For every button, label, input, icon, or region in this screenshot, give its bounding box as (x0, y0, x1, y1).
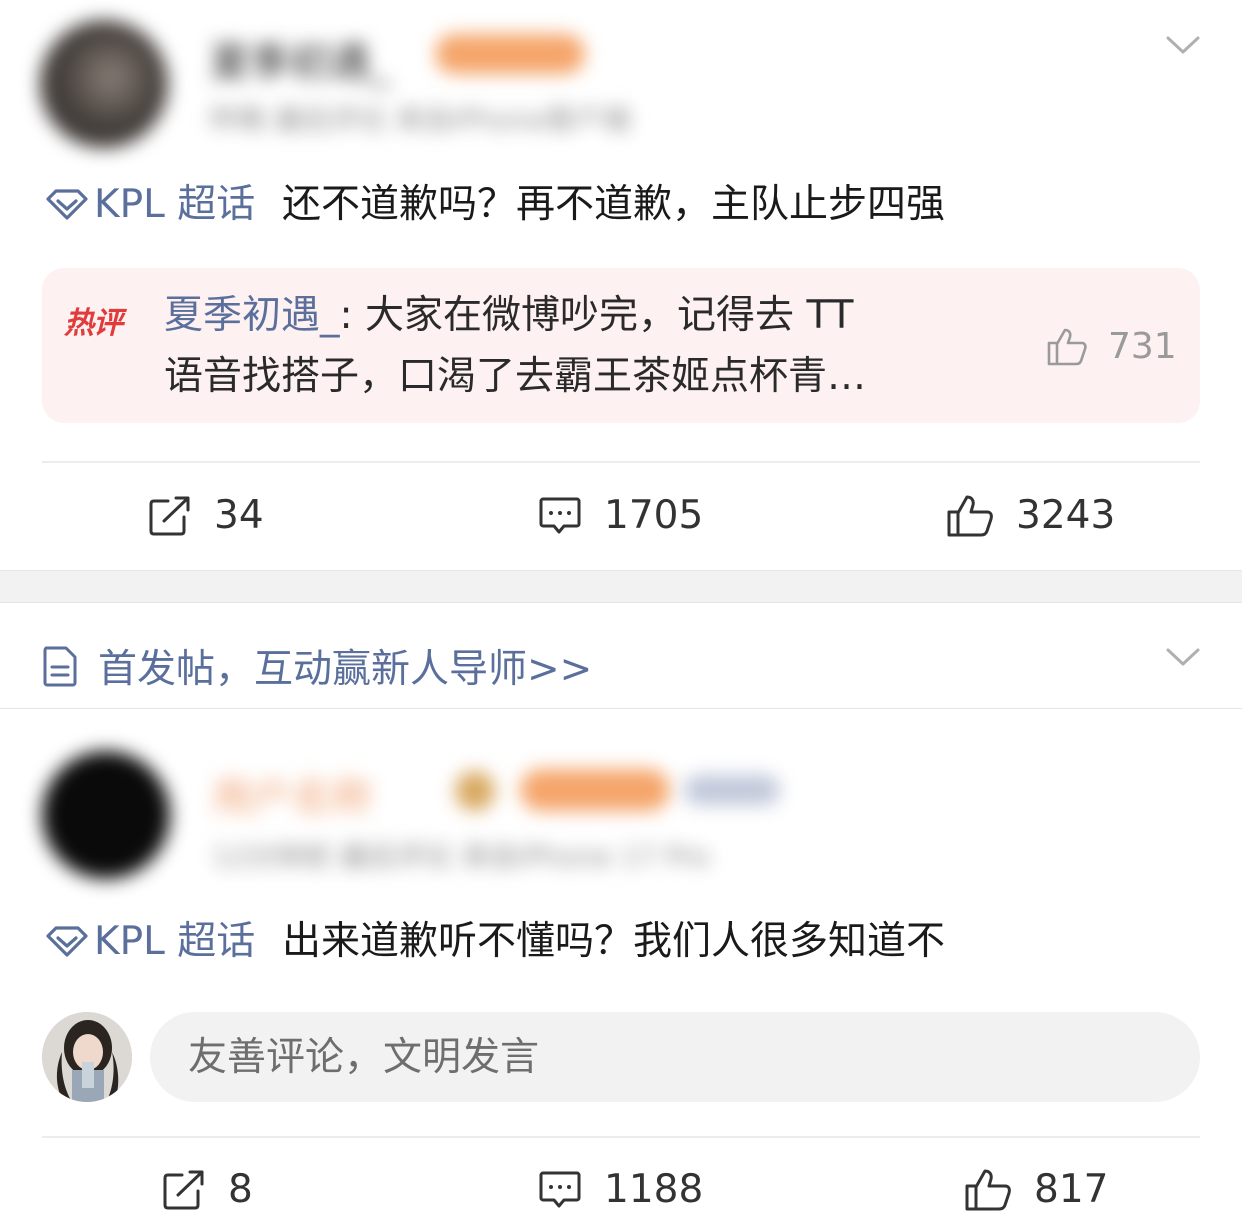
comment-button[interactable]: 1188 (538, 1167, 703, 1212)
avatar[interactable] (42, 751, 170, 879)
hot-comment-line-1: 夏季初遇_: 大家在微博吵完，记得去 TT (164, 296, 853, 335)
hot-comment-like-count: 731 (1108, 326, 1177, 367)
comment-icon (539, 1171, 581, 1207)
comment-count: 1705 (604, 493, 704, 538)
comment-input[interactable] (186, 1033, 1150, 1081)
feed-separator (0, 570, 1242, 603)
share-icon (149, 496, 190, 535)
post-meta: 12分钟前 最后评论 来自iPhone 17 Pro (212, 840, 710, 873)
topic-tag[interactable]: KPL 超话 (44, 922, 255, 961)
like-button[interactable]: 3243 (946, 493, 1115, 538)
thumbs-up-icon (1047, 328, 1087, 365)
comment-input-box[interactable] (150, 1012, 1200, 1102)
hot-comment-badge: 热评 (64, 306, 123, 341)
comment-count: 1188 (604, 1167, 704, 1212)
post-text: 还不道歉吗？再不道歉，主队止步四强 (282, 182, 946, 227)
repost-button[interactable]: 34 (148, 493, 264, 538)
avatar-portrait (42, 1012, 132, 1102)
level-badge (684, 775, 780, 805)
chevron-down-icon[interactable] (1166, 640, 1200, 674)
like-button[interactable]: 817 (964, 1167, 1108, 1212)
user-badge (455, 771, 495, 811)
like-count: 817 (1034, 1167, 1109, 1212)
user-name[interactable]: 用户名称 (212, 765, 372, 823)
avatar[interactable] (40, 20, 168, 148)
comment-icon (539, 497, 581, 533)
new-user-notice[interactable]: 首发帖，互动赢新人导师>> (42, 638, 592, 694)
diamond-icon (46, 188, 88, 220)
topic-tag[interactable]: KPL 超话 (44, 185, 255, 224)
repost-count: 8 (228, 1167, 253, 1212)
divider (42, 461, 1200, 463)
document-icon (43, 646, 77, 687)
hot-comment-text-1: : 大家在微博吵完，记得去 TT (339, 293, 854, 338)
repost-count: 34 (214, 493, 264, 538)
hot-comment[interactable] (42, 268, 1200, 423)
post-text: 出来道歉听不懂吗？我们人很多知道不 (282, 919, 946, 964)
divider (42, 1136, 1200, 1138)
like-count: 3243 (1016, 493, 1116, 538)
my-avatar[interactable] (42, 1012, 132, 1102)
vip-badge (520, 769, 670, 811)
chevron-down-icon[interactable] (1166, 28, 1200, 62)
post-meta: 昨晚 最后评论 来自iPhone客户端 (210, 103, 631, 136)
post-1: 夏季初遇_ 昨晚 最后评论 来自iPhone客户端 KPL 超话 还不道歉吗？再… (0, 0, 1242, 570)
comment-button[interactable]: 1705 (538, 493, 703, 538)
hot-comment-line-2: 语音找搭子，口渴了去霸王茶姬点杯青… (164, 354, 867, 399)
user-name[interactable]: 夏季初遇_ (210, 30, 390, 88)
hot-comment-author[interactable]: 夏季初遇_ (164, 293, 340, 338)
topic-tag-label: KPL 超话 (94, 919, 256, 964)
topic-tag-label: KPL 超话 (94, 182, 256, 227)
hot-comment-like[interactable]: 731 (1046, 326, 1177, 367)
thumbs-up-icon (947, 495, 993, 536)
post-2: 用户名称 12分钟前 最后评论 来自iPhone 17 Pro KPL 超话 出… (0, 709, 1242, 1228)
thumbs-up-icon (965, 1169, 1011, 1210)
share-icon (163, 1170, 204, 1209)
repost-button[interactable]: 8 (162, 1167, 253, 1212)
notice-text: 首发帖，互动赢新人导师>> (98, 647, 593, 692)
vip-badge (435, 34, 585, 74)
diamond-icon (46, 925, 88, 957)
